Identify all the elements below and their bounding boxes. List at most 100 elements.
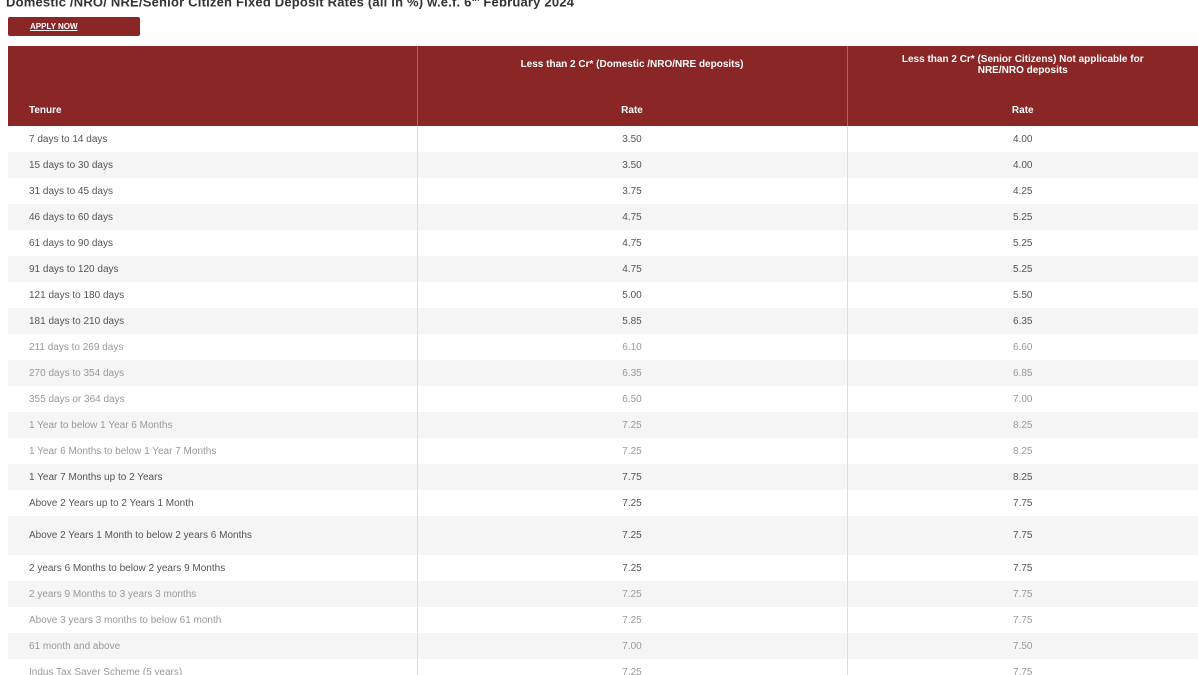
- senior-rate-cell: 6.60: [1013, 341, 1033, 353]
- domestic-rate-cell: 4.75: [417, 256, 848, 282]
- domestic-rate-cell: 7.25: [417, 607, 848, 633]
- table-row: Above 2 Years 1 Month to below 2 years 6…: [8, 516, 1198, 555]
- tenure-cell: 2 years 9 Months to 3 years 3 months: [8, 581, 418, 607]
- tenure-cell: 270 days to 354 days: [8, 360, 418, 386]
- page-heading: Domestic /NRO/ NRE/Senior Citizen Fixed …: [6, 0, 574, 9]
- tenure-cell: 2 years 6 Months to below 2 years 9 Mont…: [8, 555, 418, 581]
- senior-rate-cell: 7.75: [847, 516, 1198, 555]
- tenure-cell: 31 days to 45 days: [8, 178, 418, 204]
- tenure-cell: Indus Tax Saver Scheme (5 years): [8, 659, 418, 675]
- domestic-rate-cell: 6.50: [417, 386, 848, 412]
- senior-rate-cell: 5.25: [847, 256, 1198, 282]
- table-row: 7 days to 14 days 3.50 4.00: [8, 126, 1198, 152]
- tenure-cell: 7 days to 14 days: [8, 126, 418, 152]
- table-row: 15 days to 30 days 3.50 4.00: [8, 152, 1198, 178]
- senior-rate-cell: 7.75: [1013, 497, 1033, 509]
- table-header: Tenure Less than 2 Cr* (Domestic /NRO/NR…: [8, 46, 1198, 126]
- senior-rate-cell: 5.25: [1013, 237, 1033, 249]
- tenure-cell: Above 2 Years up to 2 Years 1 Month: [8, 490, 418, 516]
- tenure-cell: 1 Year to below 1 Year 6 Months: [8, 412, 418, 438]
- senior-rate-cell: 7.75: [1013, 614, 1033, 626]
- header-domestic-title: Less than 2 Cr* (Domestic /NRO/NRE depos…: [520, 59, 744, 70]
- domestic-rate-cell: 4.75: [417, 230, 848, 256]
- table-row: 211 days to 269 days 6.10 6.60: [8, 334, 1198, 360]
- tenure-cell: 15 days to 30 days: [8, 152, 418, 178]
- domestic-rate-cell: 3.50: [417, 126, 848, 152]
- apply-now-button[interactable]: APPLY NOW: [8, 17, 140, 36]
- tenure-cell: Above 3 years 3 months to below 61 month: [8, 607, 418, 633]
- senior-rate-cell: 5.25: [847, 204, 1198, 230]
- domestic-rate-cell: 7.25: [417, 555, 848, 581]
- senior-rate-cell: 8.25: [1013, 445, 1033, 457]
- domestic-rate-cell: 7.25: [417, 581, 848, 607]
- senior-rate-cell: 8.25: [847, 412, 1198, 438]
- page: Domestic /NRO/ NRE/Senior Citizen Fixed …: [0, 0, 1198, 675]
- senior-rate-cell: 4.25: [1013, 185, 1033, 197]
- tenure-cell: 1 Year 7 Months up to 2 Years: [8, 464, 418, 490]
- domestic-rate-cell: 7.25: [417, 659, 848, 675]
- domestic-rate-cell: 7.25: [417, 412, 848, 438]
- table-body: 7 days to 14 days 3.50 4.00 15 days to 30 d…: [8, 126, 1198, 675]
- senior-rate-cell: 7.50: [847, 633, 1198, 659]
- table-row: 355 days or 364 days 6.50 7.00: [8, 386, 1198, 412]
- table-row: 46 days to 60 days 4.75 5.25: [8, 204, 1198, 230]
- tenure-cell: 61 month and above: [8, 633, 418, 659]
- table-row: Above 2 Years up to 2 Years 1 Month 7.25 7…: [8, 490, 1198, 516]
- domestic-rate-cell: 4.75: [417, 204, 848, 230]
- heading-suffix: February 2024: [479, 0, 575, 10]
- heading-prefix: Domestic /NRO/ NRE/Senior Citizen Fixed …: [6, 0, 472, 10]
- tenure-cell: 121 days to 180 days: [8, 282, 418, 308]
- header-tenure: Tenure: [8, 46, 418, 126]
- domestic-rate-cell: 3.75: [417, 178, 848, 204]
- domestic-rate-cell: 6.35: [417, 360, 848, 386]
- domestic-rate-cell: 5.00: [417, 282, 848, 308]
- header-senior-rate: Rate: [1011, 105, 1034, 116]
- header-domestic: Less than 2 Cr* (Domestic /NRO/NRE depos…: [417, 46, 848, 126]
- table-row: 61 month and above 7.00 7.50: [8, 633, 1198, 659]
- tenure-cell: Above 2 Years 1 Month to below 2 years 6…: [8, 516, 418, 555]
- table-row: 2 years 9 Months to 3 years 3 months 7.25…: [8, 581, 1198, 607]
- senior-rate-cell: 7.75: [1013, 562, 1033, 574]
- tenure-cell: 1 Year 6 Months to below 1 Year 7 Months: [8, 438, 418, 464]
- table-row: 31 days to 45 days 3.75 4.25: [8, 178, 1198, 204]
- senior-rate-cell: 4.00: [1013, 133, 1033, 145]
- domestic-rate-cell: 7.25: [417, 438, 848, 464]
- senior-rate-cell: 6.35: [847, 308, 1198, 334]
- tenure-cell: 46 days to 60 days: [8, 204, 418, 230]
- table-row: 121 days to 180 days 5.00 5.50: [8, 282, 1198, 308]
- senior-rate-cell: 5.50: [1013, 289, 1033, 301]
- domestic-rate-cell: 7.25: [417, 490, 848, 516]
- domestic-rate-cell: 3.50: [417, 152, 848, 178]
- table-row: Above 3 years 3 months to below 61 month…: [8, 607, 1198, 633]
- senior-rate-cell: 7.75: [847, 581, 1198, 607]
- header-tenure-label: Tenure: [29, 105, 62, 116]
- senior-rate-cell: 8.25: [847, 464, 1198, 490]
- senior-rate-cell: 6.85: [847, 360, 1198, 386]
- table-row: 1 Year to below 1 Year 6 Months 7.25 8.25: [8, 412, 1198, 438]
- senior-rate-cell: 7.75: [1013, 666, 1033, 675]
- tenure-cell: 91 days to 120 days: [8, 256, 418, 282]
- tenure-cell: 355 days or 364 days: [8, 386, 418, 412]
- heading-sup: th: [472, 0, 480, 3]
- senior-rate-cell: 4.00: [847, 152, 1198, 178]
- table-row: 61 days to 90 days 4.75 5.25: [8, 230, 1198, 256]
- fd-rates-table: Tenure Less than 2 Cr* (Domestic /NRO/NR…: [8, 46, 1198, 675]
- tenure-cell: 211 days to 269 days: [8, 334, 418, 360]
- domestic-rate-cell: 6.10: [417, 334, 848, 360]
- table-row: 1 Year 6 Months to below 1 Year 7 Months…: [8, 438, 1198, 464]
- table-row: 1 Year 7 Months up to 2 Years 7.75 8.25: [8, 464, 1198, 490]
- tenure-cell: 61 days to 90 days: [8, 230, 418, 256]
- domestic-rate-cell: 5.85: [417, 308, 848, 334]
- table-row: Indus Tax Saver Scheme (5 years) 7.25 7.75: [8, 659, 1198, 675]
- table-row: 181 days to 210 days 5.85 6.35: [8, 308, 1198, 334]
- domestic-rate-cell: 7.75: [417, 464, 848, 490]
- table-row: 270 days to 354 days 6.35 6.85: [8, 360, 1198, 386]
- header-domestic-rate: Rate: [621, 105, 643, 116]
- header-senior: Less than 2 Cr* (Senior Citizens) Not ap…: [847, 46, 1198, 126]
- header-senior-title: Less than 2 Cr* (Senior Citizens) Not ap…: [901, 54, 1144, 76]
- table-row: 91 days to 120 days 4.75 5.25: [8, 256, 1198, 282]
- table-row: 2 years 6 Months to below 2 years 9 Mont…: [8, 555, 1198, 581]
- senior-rate-cell: 7.00: [1013, 393, 1033, 405]
- tenure-cell: 181 days to 210 days: [8, 308, 418, 334]
- domestic-rate-cell: 7.25: [417, 516, 848, 555]
